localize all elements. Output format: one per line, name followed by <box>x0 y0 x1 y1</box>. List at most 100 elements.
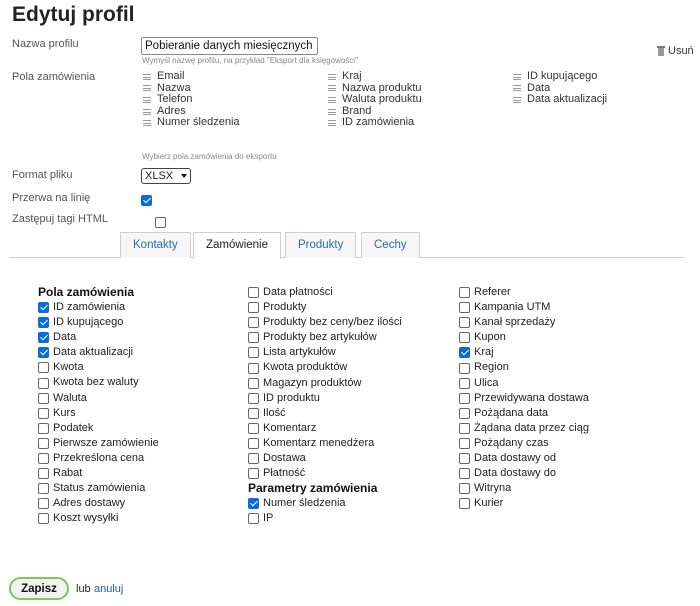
option-checkbox[interactable] <box>38 407 49 419</box>
cancel-link[interactable]: anuluj <box>94 583 123 595</box>
option-checkbox[interactable] <box>459 377 470 389</box>
line-break-checkbox[interactable] <box>141 195 152 207</box>
option-item[interactable]: Kwota produktów <box>248 360 448 375</box>
option-checkbox[interactable] <box>248 498 259 510</box>
order-field-item[interactable]: Kraj <box>328 70 498 83</box>
option-item[interactable]: Ilość <box>248 406 448 421</box>
option-checkbox[interactable] <box>38 377 49 389</box>
tab-zamowienie[interactable]: Zamówienie <box>193 232 281 259</box>
option-checkbox[interactable] <box>248 468 259 480</box>
option-checkbox[interactable] <box>248 513 259 525</box>
option-item[interactable]: IP <box>248 511 448 526</box>
option-item[interactable]: Kanał sprzedaży <box>459 315 659 330</box>
option-checkbox[interactable] <box>38 422 49 434</box>
option-item[interactable]: Pożądany czas <box>459 436 659 451</box>
option-item[interactable]: Kupon <box>459 330 659 345</box>
profile-name-input[interactable] <box>141 37 318 55</box>
tab-produkty[interactable]: Produkty <box>285 232 357 258</box>
option-item[interactable]: Przekreślona cena <box>38 451 238 466</box>
option-checkbox[interactable] <box>38 317 49 329</box>
option-checkbox[interactable] <box>459 392 470 404</box>
option-checkbox[interactable] <box>38 332 49 344</box>
option-item[interactable]: Komentarz <box>248 421 448 436</box>
option-item[interactable]: Kurier <box>459 496 659 511</box>
option-checkbox[interactable] <box>459 483 470 495</box>
option-item[interactable]: Kurs <box>38 406 238 421</box>
option-item[interactable]: ID kupującego <box>38 315 238 330</box>
option-checkbox[interactable] <box>38 513 49 525</box>
order-field-item[interactable]: Email <box>143 70 313 83</box>
option-checkbox[interactable] <box>248 453 259 465</box>
option-item[interactable]: Magazyn produktów <box>248 376 448 391</box>
option-checkbox[interactable] <box>248 422 259 434</box>
option-checkbox[interactable] <box>248 407 259 419</box>
option-item[interactable]: Numer śledzenia <box>248 496 448 511</box>
option-item[interactable]: Koszt wysyłki <box>38 511 238 526</box>
option-checkbox[interactable] <box>38 392 49 404</box>
option-item[interactable]: Rabat <box>38 466 238 481</box>
file-format-select[interactable]: XLSX <box>141 168 191 184</box>
option-checkbox[interactable] <box>459 317 470 329</box>
option-checkbox[interactable] <box>38 362 49 374</box>
option-item[interactable]: Produkty bez ceny/bez ilości <box>248 315 448 330</box>
delete-profile-link[interactable]: Usuń <box>657 45 694 57</box>
order-field-item[interactable]: ID kupującego <box>513 70 683 83</box>
save-button[interactable]: Zapisz <box>9 577 69 600</box>
option-item[interactable]: Ulica <box>459 376 659 391</box>
option-item[interactable]: Żądana data przez ciąg <box>459 421 659 436</box>
option-checkbox[interactable] <box>248 392 259 404</box>
option-checkbox[interactable] <box>248 377 259 389</box>
option-item[interactable]: Lista artykułów <box>248 345 448 360</box>
option-checkbox[interactable] <box>459 468 470 480</box>
option-checkbox[interactable] <box>459 287 470 299</box>
option-checkbox[interactable] <box>459 302 470 314</box>
option-checkbox[interactable] <box>459 437 470 449</box>
option-checkbox[interactable] <box>459 453 470 465</box>
option-checkbox[interactable] <box>38 483 49 495</box>
replace-html-checkbox[interactable] <box>155 217 167 229</box>
option-checkbox[interactable] <box>248 287 259 299</box>
option-item[interactable]: Kwota bez waluty <box>38 375 238 390</box>
option-item[interactable]: Komentarz menedżera <box>248 436 448 451</box>
option-item[interactable]: Kraj <box>459 345 659 360</box>
option-item[interactable]: Region <box>459 360 659 375</box>
option-checkbox[interactable] <box>38 302 49 314</box>
option-checkbox[interactable] <box>459 407 470 419</box>
option-item[interactable]: Waluta <box>38 391 238 406</box>
option-checkbox[interactable] <box>38 347 49 359</box>
option-checkbox[interactable] <box>459 332 470 344</box>
option-checkbox[interactable] <box>38 437 49 449</box>
order-field-item[interactable]: Data aktualizacji <box>513 94 683 106</box>
tab-kontakty[interactable]: Kontakty <box>120 232 191 258</box>
tab-cechy[interactable]: Cechy <box>361 232 420 258</box>
option-checkbox[interactable] <box>248 437 259 449</box>
option-item[interactable]: Data dostawy od <box>459 451 659 466</box>
option-item[interactable]: Kampania UTM <box>459 300 659 315</box>
option-item[interactable]: Produkty bez artykułów <box>248 330 448 345</box>
option-item[interactable]: Referer <box>459 285 659 300</box>
option-item[interactable]: Dostawa <box>248 451 448 466</box>
option-item[interactable]: ID produktu <box>248 391 448 406</box>
option-checkbox[interactable] <box>459 422 470 434</box>
option-item[interactable]: Pierwsze zamówienie <box>38 436 238 451</box>
option-item[interactable]: Data <box>38 330 238 345</box>
option-item[interactable]: Kwota <box>38 360 238 375</box>
option-checkbox[interactable] <box>38 468 49 480</box>
option-item[interactable]: Podatek <box>38 421 238 436</box>
option-checkbox[interactable] <box>248 332 259 344</box>
option-item[interactable]: Witryna <box>459 481 659 496</box>
option-checkbox[interactable] <box>38 452 49 464</box>
option-checkbox[interactable] <box>248 347 259 359</box>
option-item[interactable]: ID zamówienia <box>38 300 238 315</box>
option-checkbox[interactable] <box>248 302 259 314</box>
option-item[interactable]: Produkty <box>248 300 448 315</box>
order-field-item[interactable]: Numer śledzenia <box>143 117 313 129</box>
option-item[interactable]: Data płatności <box>248 285 448 300</box>
option-checkbox[interactable] <box>459 362 470 374</box>
option-checkbox[interactable] <box>248 317 259 329</box>
option-item[interactable]: Data dostawy do <box>459 466 659 481</box>
option-checkbox[interactable] <box>248 362 259 374</box>
option-item[interactable]: Pożądana data <box>459 406 659 421</box>
option-item[interactable]: Przewidywana dostawa <box>459 391 659 406</box>
option-item[interactable]: Data aktualizacji <box>38 345 238 360</box>
